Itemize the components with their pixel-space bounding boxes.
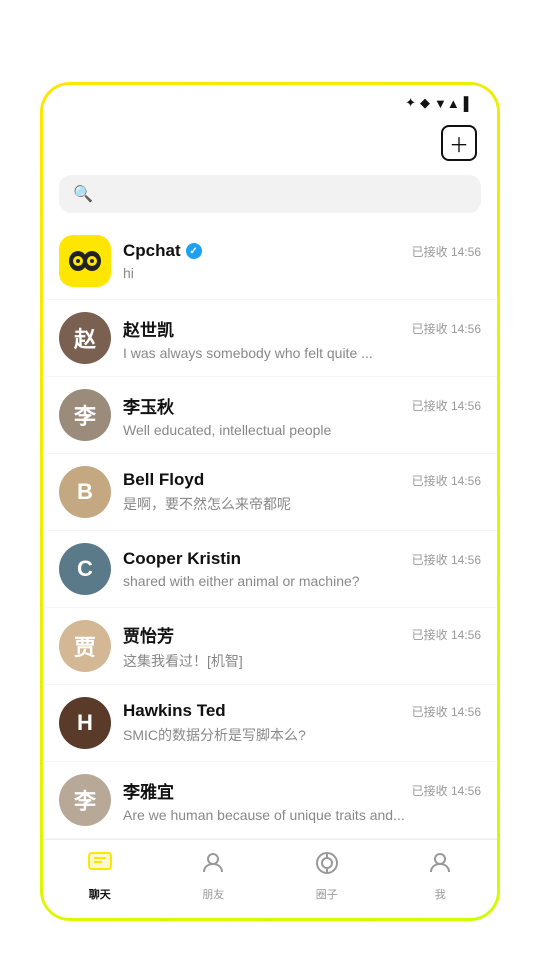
chat-name: 贾怡芳 [123, 622, 174, 647]
chat-content: Hawkins Ted 已接收 14:56 SMIC的数据分析是写脚本么? [123, 701, 481, 745]
compose-button[interactable]: ＋ [441, 125, 477, 161]
chat-name: Hawkins Ted [123, 701, 226, 721]
avatar: H [59, 697, 111, 749]
compose-icon: ＋ [449, 129, 469, 158]
chat-top-row: 贾怡芳 已接收 14:56 [123, 622, 481, 647]
chat-list-item[interactable]: 贾 贾怡芳 已接收 14:56 这集我看过！[机智] [43, 608, 497, 685]
friends-label: 朋友 [202, 886, 224, 902]
chat-icon [87, 850, 113, 882]
avatar: 李 [59, 389, 111, 441]
chat-time: 已接收 14:56 [412, 472, 481, 489]
chat-list-item[interactable]: Cpchat✓ 已接收 14:56 hi [43, 223, 497, 300]
chat-time: 已接收 14:56 [412, 782, 481, 799]
nav-item-friends[interactable]: 朋友 [183, 850, 243, 902]
chat-content: 李雅宜 已接收 14:56 Are we human because of un… [123, 778, 481, 823]
chat-list: Cpchat✓ 已接收 14:56 hi 赵 赵世凯 已接收 14:56 I w… [43, 223, 497, 839]
chat-top-row: Cooper Kristin 已接收 14:56 [123, 549, 481, 569]
app-header: ＋ [43, 117, 497, 171]
chat-preview: 这集我看过！[机智] [123, 651, 481, 671]
chat-content: 赵世凯 已接收 14:56 I was always somebody who … [123, 316, 481, 361]
chat-top-row: Cpchat✓ 已接收 14:56 [123, 241, 481, 261]
chat-preview: SMIC的数据分析是写脚本么? [123, 725, 481, 745]
chat-content: Cpchat✓ 已接收 14:56 hi [123, 241, 481, 281]
chat-name: 李雅宜 [123, 778, 174, 803]
chat-name: 赵世凯 [123, 316, 174, 341]
verified-badge: ✓ [186, 243, 202, 259]
chat-top-row: Hawkins Ted 已接收 14:56 [123, 701, 481, 721]
avatar: 贾 [59, 620, 111, 672]
chat-list-item[interactable]: 李 李玉秋 已接收 14:56 Well educated, intellect… [43, 377, 497, 454]
chat-preview: 是啊，要不然怎么来帝都呢 [123, 494, 481, 514]
chat-name: Cpchat✓ [123, 241, 202, 261]
chat-list-item[interactable]: 赵 赵世凯 已接收 14:56 I was always somebody wh… [43, 300, 497, 377]
chat-list-item[interactable]: H Hawkins Ted 已接收 14:56 SMIC的数据分析是写脚本么? [43, 685, 497, 762]
signal-icon: ◆ [420, 95, 430, 111]
nav-item-chat[interactable]: 聊天 [70, 850, 130, 902]
chat-top-row: 李雅宜 已接收 14:56 [123, 778, 481, 803]
me-label: 我 [435, 886, 446, 902]
bottom-nav: 聊天 朋友 圈子 我 [43, 839, 497, 918]
phone-inner: ✦ ◆ ▼▲ ▌ ＋ 🔍 [43, 85, 497, 918]
chat-preview: hi [123, 265, 481, 281]
outer-page: ✦ ◆ ▼▲ ▌ ＋ 🔍 [0, 0, 540, 960]
battery-icon: ▌ [464, 96, 473, 111]
chat-name: Bell Floyd [123, 470, 204, 490]
avatar: 赵 [59, 312, 111, 364]
chat-preview: Are we human because of unique traits an… [123, 807, 481, 823]
bluetooth-icon: ✦ [405, 95, 416, 111]
circle-label: 圈子 [316, 886, 338, 902]
chat-top-row: 李玉秋 已接收 14:56 [123, 393, 481, 418]
chat-name: Cooper Kristin [123, 549, 241, 569]
chat-content: Bell Floyd 已接收 14:56 是啊，要不然怎么来帝都呢 [123, 470, 481, 514]
phone-frame: ✦ ◆ ▼▲ ▌ ＋ 🔍 [40, 82, 500, 921]
avatar: B [59, 466, 111, 518]
chat-name: 李玉秋 [123, 393, 174, 418]
avatar [59, 235, 111, 287]
chat-list-item[interactable]: 李 李雅宜 已接收 14:56 Are we human because of … [43, 762, 497, 839]
chat-preview: shared with either animal or machine? [123, 573, 481, 589]
chat-time: 已接收 14:56 [412, 320, 481, 337]
chat-time: 已接收 14:56 [412, 551, 481, 568]
chat-top-row: 赵世凯 已接收 14:56 [123, 316, 481, 341]
chat-content: 贾怡芳 已接收 14:56 这集我看过！[机智] [123, 622, 481, 671]
status-icons: ✦ ◆ ▼▲ ▌ [405, 95, 477, 111]
chat-time: 已接收 14:56 [412, 397, 481, 414]
avatar: C [59, 543, 111, 595]
circle-icon [314, 850, 340, 882]
status-bar: ✦ ◆ ▼▲ ▌ [43, 85, 497, 117]
chat-preview: I was always somebody who felt quite ... [123, 345, 481, 361]
nav-item-me[interactable]: 我 [410, 850, 470, 902]
chat-list-item[interactable]: B Bell Floyd 已接收 14:56 是啊，要不然怎么来帝都呢 [43, 454, 497, 531]
chat-top-row: Bell Floyd 已接收 14:56 [123, 470, 481, 490]
search-icon: 🔍 [73, 184, 93, 204]
chat-time: 已接收 14:56 [412, 703, 481, 720]
chat-preview: Well educated, intellectual people [123, 422, 481, 438]
chat-content: Cooper Kristin 已接收 14:56 shared with eit… [123, 549, 481, 589]
chat-content: 李玉秋 已接收 14:56 Well educated, intellectua… [123, 393, 481, 438]
chat-list-item[interactable]: C Cooper Kristin 已接收 14:56 shared with e… [43, 531, 497, 608]
nav-item-circle[interactable]: 圈子 [297, 850, 357, 902]
wifi-icon: ▼▲ [434, 96, 460, 111]
avatar: 李 [59, 774, 111, 826]
chat-label: 聊天 [89, 886, 111, 902]
search-bar[interactable]: 🔍 [59, 175, 481, 213]
chat-time: 已接收 14:56 [412, 626, 481, 643]
chat-time: 已接收 14:56 [412, 243, 481, 260]
friends-icon [200, 850, 226, 882]
hero-section [0, 0, 540, 82]
me-icon [427, 850, 453, 882]
